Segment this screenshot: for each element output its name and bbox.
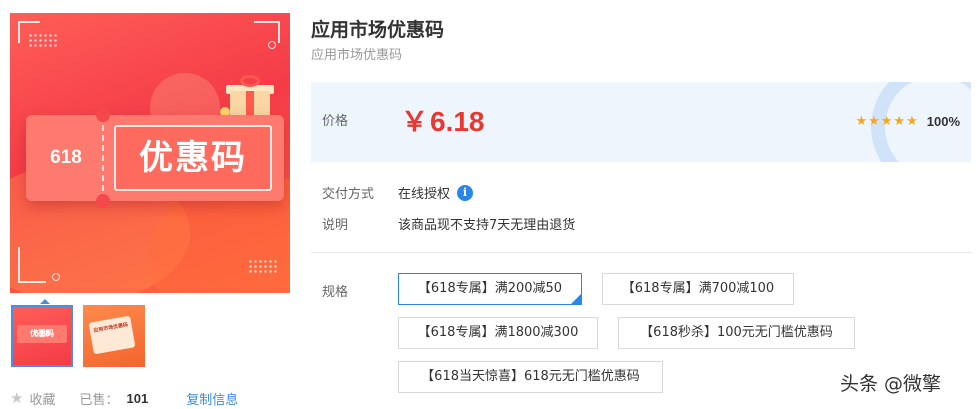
spec-option-label: 【618专属】满200减50: [417, 281, 563, 296]
copy-info-link[interactable]: 复制信息: [186, 389, 238, 408]
selected-check-icon: [570, 293, 582, 305]
spec-option[interactable]: 【618专属】满1800减300: [398, 317, 598, 349]
delivery-label: 交付方式: [322, 187, 375, 202]
price-label: 价格: [322, 114, 349, 129]
dot-pattern: [28, 33, 58, 47]
spec-option-label: 【618专属】满700减100: [621, 281, 775, 296]
spec-option[interactable]: 【618专属】满200减50: [398, 273, 582, 305]
sold-label: 已售：: [79, 392, 119, 408]
ring-decoration: [52, 273, 60, 281]
corner-frame: [18, 247, 46, 283]
delivery-value-row: 在线授权 i: [398, 183, 474, 202]
spec-option-label: 【618专属】满1800减300: [417, 325, 579, 340]
favorite-star-icon[interactable]: ★: [10, 389, 23, 407]
section-divider: [311, 252, 971, 253]
delivery-value: 在线授权: [398, 187, 451, 202]
product-meta-bar: ★ 收藏 已售： 101 复制信息: [10, 388, 238, 408]
thumbnail-1[interactable]: 618 优惠码: [11, 299, 73, 367]
source-watermark: 头条 @微擎: [840, 373, 942, 395]
price-value: ￥6.18: [401, 82, 485, 162]
notes-value: 该商品现不支持7天无理由退货: [398, 218, 576, 233]
spec-option[interactable]: 【618当天惊喜】618元无门槛优惠码: [398, 361, 663, 393]
notes-label: 说明: [322, 218, 349, 233]
spec-option[interactable]: 【618专属】满700减100: [602, 273, 794, 305]
specs-label: 规格: [322, 285, 349, 300]
thumbnail-card: 应用市场优惠码: [88, 315, 136, 355]
dot-pattern: [248, 259, 278, 273]
favorite-link[interactable]: 收藏: [29, 389, 55, 408]
coupon-headline: 优惠码: [139, 138, 247, 178]
info-icon[interactable]: i: [457, 184, 474, 201]
gift-box-icon: [220, 75, 278, 119]
corner-frame: [254, 21, 280, 43]
thumbnail-2[interactable]: 应用市场优惠码: [83, 305, 145, 367]
currency-symbol: ￥: [401, 107, 428, 137]
coupon-ticket: 618 优惠码: [26, 108, 284, 208]
thumbnail-card-text: 应用市场优惠码: [93, 322, 129, 335]
spec-option[interactable]: 【618秒杀】100元无门槛优惠码: [618, 317, 855, 349]
product-title: 应用市场优惠码: [311, 19, 445, 41]
spec-option-label: 【618当天惊喜】618元无门槛优惠码: [421, 369, 640, 384]
ring-decoration: [268, 41, 276, 49]
product-subtitle: 应用市场优惠码: [311, 48, 403, 63]
price-amount: 6.18: [430, 106, 485, 137]
spec-option-label: 【618秒杀】100元无门槛优惠码: [640, 325, 833, 340]
coupon-number: 618: [50, 147, 82, 168]
rating: ★★★★★ 100%: [855, 82, 960, 162]
price-panel: 价格 ￥6.18 ★★★★★ 100%: [311, 82, 971, 162]
rating-percent: 100%: [926, 114, 960, 129]
product-main-image: 618 优惠码: [10, 13, 290, 293]
rating-stars-icon: ★★★★★: [855, 114, 919, 129]
sold-count: 101: [126, 390, 149, 406]
